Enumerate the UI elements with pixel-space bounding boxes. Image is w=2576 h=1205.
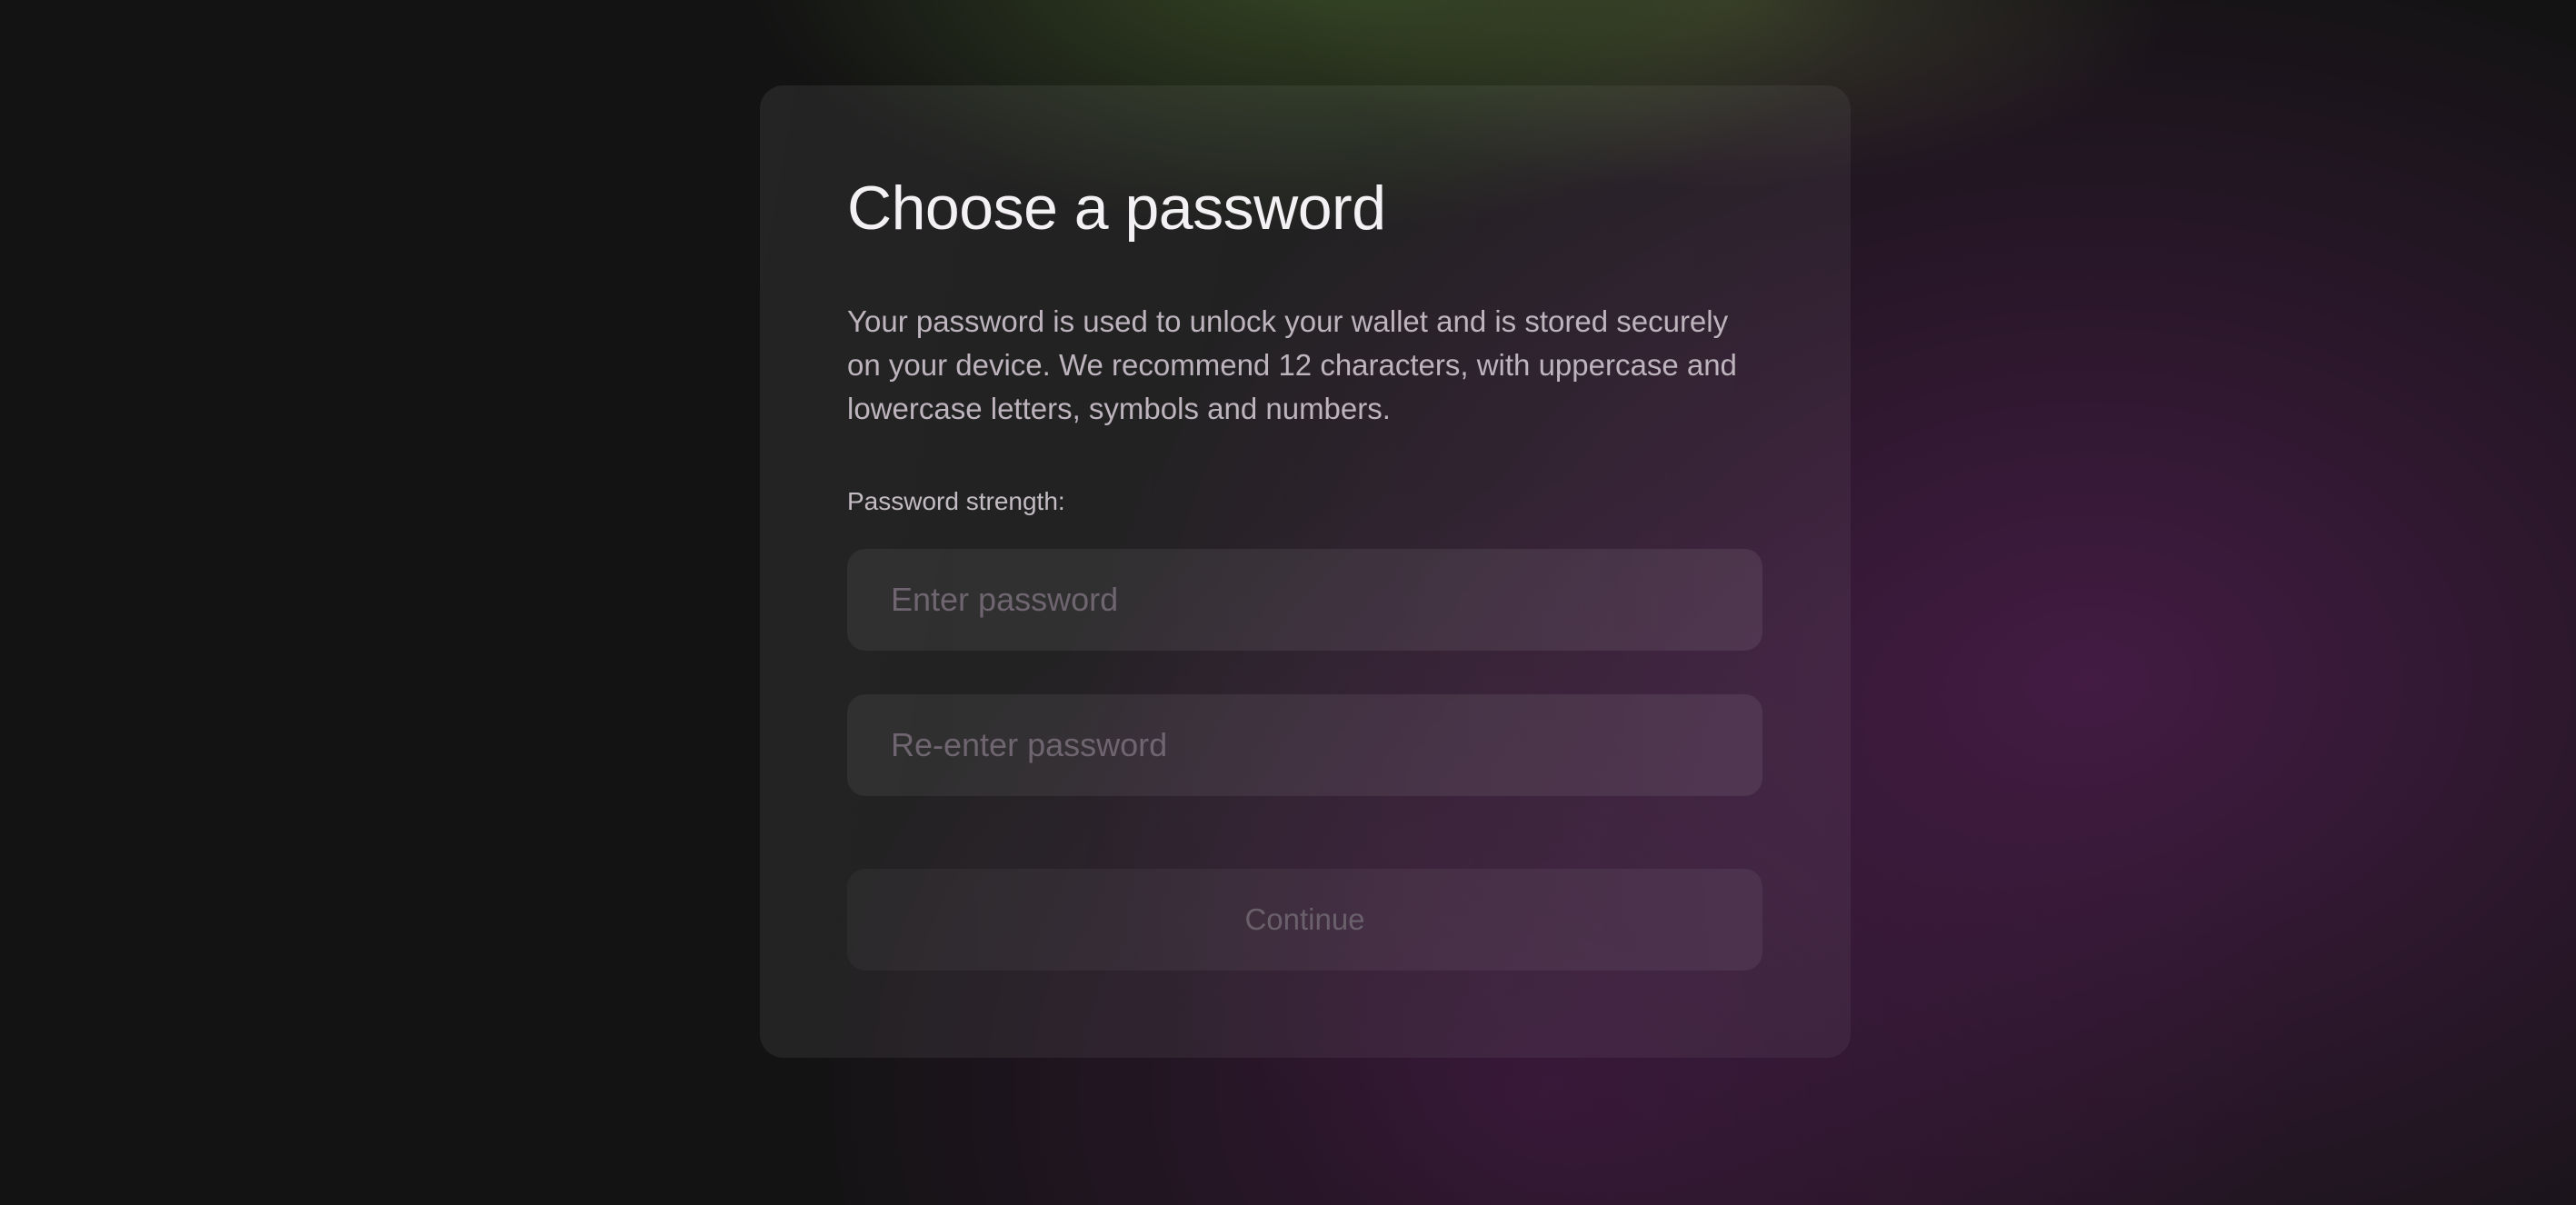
page-title: Choose a password: [847, 174, 1386, 243]
password-input[interactable]: [847, 549, 1762, 651]
continue-button[interactable]: Continue: [847, 869, 1762, 971]
password-card: Choose a password Your password is used …: [760, 85, 1851, 1058]
description-text: Your password is used to unlock your wal…: [847, 304, 1737, 425]
password-strength-label: Password strength:: [847, 487, 1065, 515]
confirm-password-input[interactable]: [847, 694, 1762, 796]
